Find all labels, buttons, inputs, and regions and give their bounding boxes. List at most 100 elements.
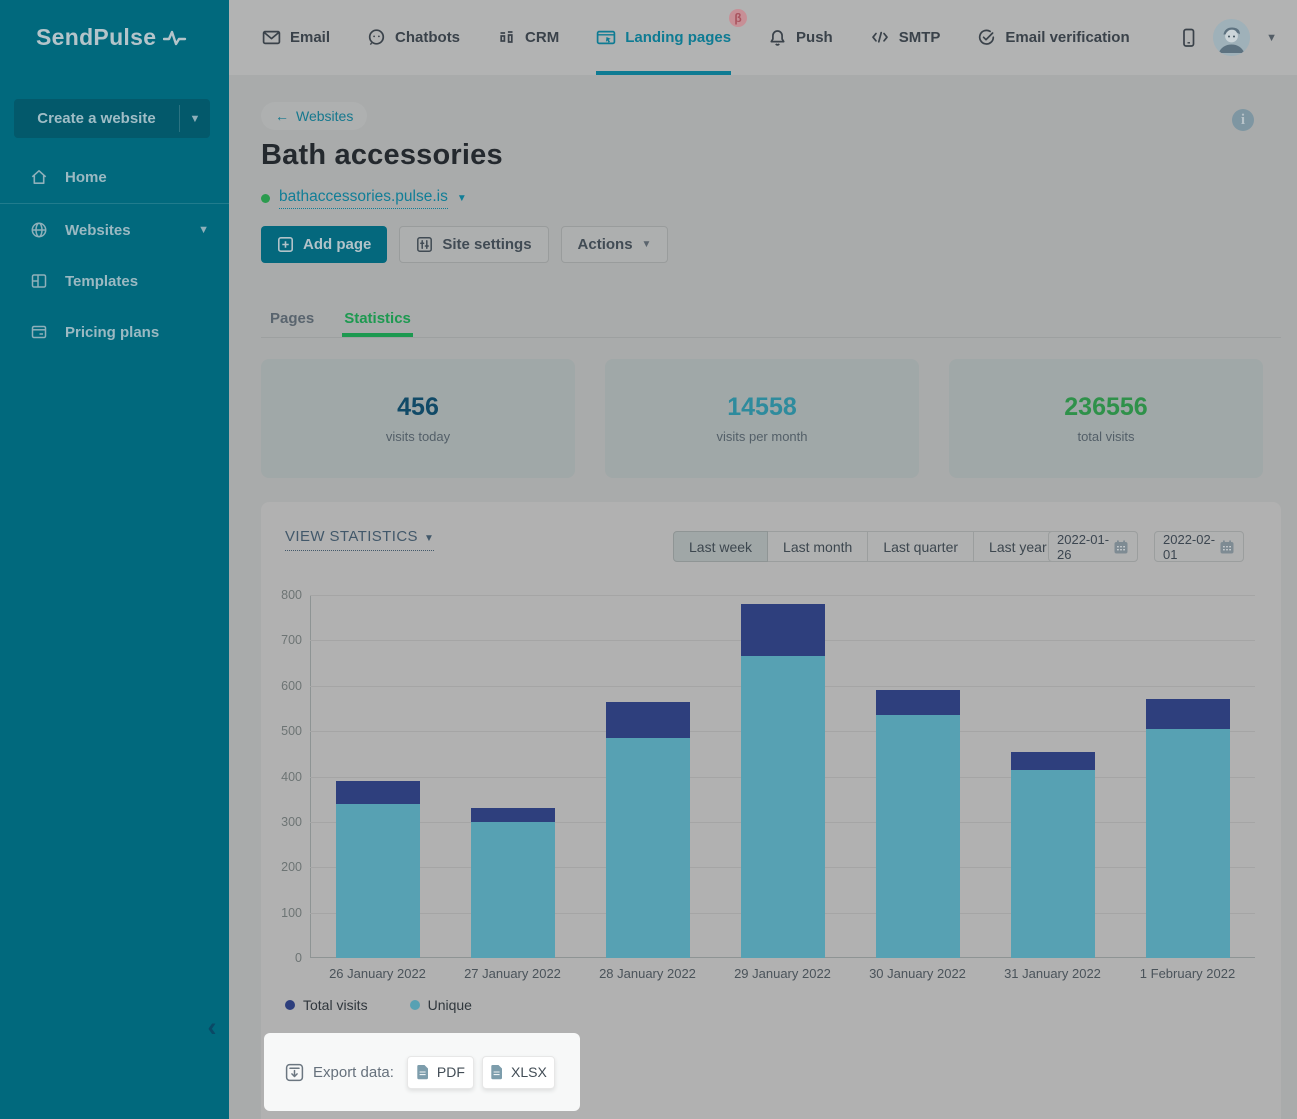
page-title: Bath accessories <box>261 139 503 172</box>
create-website-button[interactable]: Create a website ▼ <box>14 99 210 138</box>
status-dot <box>261 194 270 203</box>
bar-unique <box>471 822 555 958</box>
stat-label: visits per month <box>716 429 807 444</box>
view-statistics-label: VIEW STATISTICS <box>285 528 418 545</box>
sidebar-item-home[interactable]: Home <box>0 158 229 196</box>
nav-label: Landing pages <box>625 29 731 46</box>
nav-label: Email <box>290 29 330 46</box>
crm-columns-icon <box>497 28 516 47</box>
legend-item-total-visits: Total visits <box>285 997 368 1013</box>
tabs: Pages Statistics <box>261 300 1281 338</box>
settings-sliders-icon <box>416 236 433 253</box>
export-xlsx-button[interactable]: XLSX <box>482 1056 555 1089</box>
sidebar-item-pricing-plans[interactable]: Pricing plans <box>0 313 229 351</box>
stat-card-total-visits: 236556 total visits <box>949 359 1263 478</box>
nav-label: Push <box>796 29 833 46</box>
sidebar-collapse-icon[interactable]: ‹ <box>200 1014 224 1041</box>
nav-item-smtp[interactable]: SMTP <box>870 0 941 75</box>
range-last-month-button[interactable]: Last month <box>767 531 868 562</box>
nav-item-email[interactable]: Email <box>262 0 330 75</box>
pricing-card-icon <box>30 323 48 341</box>
info-icon[interactable]: i <box>1232 109 1254 131</box>
back-to-websites-button[interactable]: ← Websites <box>261 102 367 130</box>
view-statistics-dropdown[interactable]: VIEW STATISTICS ▼ <box>285 528 434 551</box>
chevron-down-icon: ▼ <box>198 224 209 236</box>
bell-icon <box>768 28 787 47</box>
legend-dot <box>285 1000 295 1010</box>
y-axis-tick-label: 400 <box>256 770 302 784</box>
actions-button[interactable]: Actions ▼ <box>561 226 669 263</box>
add-square-icon <box>277 236 294 253</box>
bar-unique <box>606 738 690 958</box>
y-axis-tick-label: 100 <box>256 906 302 920</box>
sidebar-divider <box>0 203 229 204</box>
sidebar: Create a website ▼ Home Websites ▼ Templ… <box>0 75 229 1119</box>
site-domain-link[interactable]: bathaccessories.pulse.is <box>279 188 448 209</box>
export-data-panel: Export data: PDF XLSX <box>264 1033 580 1111</box>
nav-item-email-verification[interactable]: Email verification <box>977 0 1129 75</box>
date-from-input[interactable]: 2022-01-26 <box>1048 531 1138 562</box>
x-axis-label: 31 January 2022 <box>985 966 1120 981</box>
chevron-down-icon: ▼ <box>424 533 434 544</box>
logo[interactable]: SendPulse <box>0 0 229 75</box>
sidebar-item-templates[interactable]: Templates <box>0 262 229 300</box>
tab-statistics[interactable]: Statistics <box>342 300 413 337</box>
chevron-down-icon[interactable]: ▼ <box>457 193 467 204</box>
bar-unique <box>336 804 420 958</box>
chevron-down-icon[interactable]: ▼ <box>180 99 210 138</box>
legend-label: Total visits <box>303 997 368 1013</box>
sidebar-item-label: Templates <box>65 273 138 290</box>
chatbot-icon <box>367 28 386 47</box>
grid-line <box>310 595 1255 596</box>
x-axis-label: 29 January 2022 <box>715 966 850 981</box>
stat-value: 236556 <box>1064 393 1147 422</box>
nav-item-chatbots[interactable]: Chatbots <box>367 0 460 75</box>
templates-icon <box>30 272 48 290</box>
account-menu-caret-icon[interactable]: ▼ <box>1266 32 1277 44</box>
domain-row: bathaccessories.pulse.is ▼ <box>261 188 467 209</box>
stat-label: total visits <box>1077 429 1134 444</box>
mobile-phone-icon[interactable] <box>1180 27 1197 49</box>
document-icon <box>490 1064 504 1080</box>
x-axis-label: 28 January 2022 <box>580 966 715 981</box>
top-bar: SendPulse Email Chatbots CRM Landing pag… <box>0 0 1297 75</box>
date-from-value: 2022-01-26 <box>1057 532 1113 562</box>
add-page-label: Add page <box>303 236 371 253</box>
add-page-button[interactable]: Add page <box>261 226 387 263</box>
beta-badge: β <box>729 9 747 27</box>
sidebar-item-label: Pricing plans <box>65 324 159 341</box>
tab-pages[interactable]: Pages <box>268 300 316 337</box>
legend-label: Unique <box>428 997 472 1013</box>
site-action-buttons: Add page Site settings Actions ▼ <box>261 226 668 263</box>
code-icon <box>870 28 890 47</box>
top-navigation: Email Chatbots CRM Landing pages β Push … <box>229 0 1297 75</box>
nav-item-crm[interactable]: CRM <box>497 0 559 75</box>
check-circle-icon <box>977 28 996 47</box>
statistics-panel: VIEW STATISTICS ▼ Last week Last month La… <box>261 502 1281 1119</box>
back-label: Websites <box>296 108 353 124</box>
actions-label: Actions <box>578 236 633 253</box>
site-settings-button[interactable]: Site settings <box>399 226 548 263</box>
date-to-input[interactable]: 2022-02-01 <box>1154 531 1244 562</box>
nav-item-push[interactable]: Push <box>768 0 833 75</box>
calendar-icon <box>1219 539 1235 555</box>
nav-item-landing-pages[interactable]: Landing pages β <box>596 0 731 75</box>
landing-pages-icon <box>596 28 616 47</box>
export-label-row: Export data: <box>285 1063 394 1082</box>
export-xlsx-label: XLSX <box>511 1064 547 1080</box>
email-icon <box>262 28 281 47</box>
stat-value: 456 <box>397 393 439 422</box>
avatar[interactable] <box>1213 19 1250 56</box>
y-axis-tick-label: 0 <box>256 951 302 965</box>
y-axis-tick-label: 800 <box>256 588 302 602</box>
calendar-icon <box>1113 539 1129 555</box>
range-last-week-button[interactable]: Last week <box>673 531 768 562</box>
export-pdf-button[interactable]: PDF <box>407 1056 474 1089</box>
x-axis-label: 26 January 2022 <box>310 966 445 981</box>
range-last-quarter-button[interactable]: Last quarter <box>867 531 974 562</box>
sidebar-item-websites[interactable]: Websites ▼ <box>0 211 229 249</box>
back-arrow-icon: ← <box>275 108 289 124</box>
sidebar-item-label: Websites <box>65 222 131 239</box>
export-pdf-label: PDF <box>437 1064 465 1080</box>
x-axis-label: 27 January 2022 <box>445 966 580 981</box>
